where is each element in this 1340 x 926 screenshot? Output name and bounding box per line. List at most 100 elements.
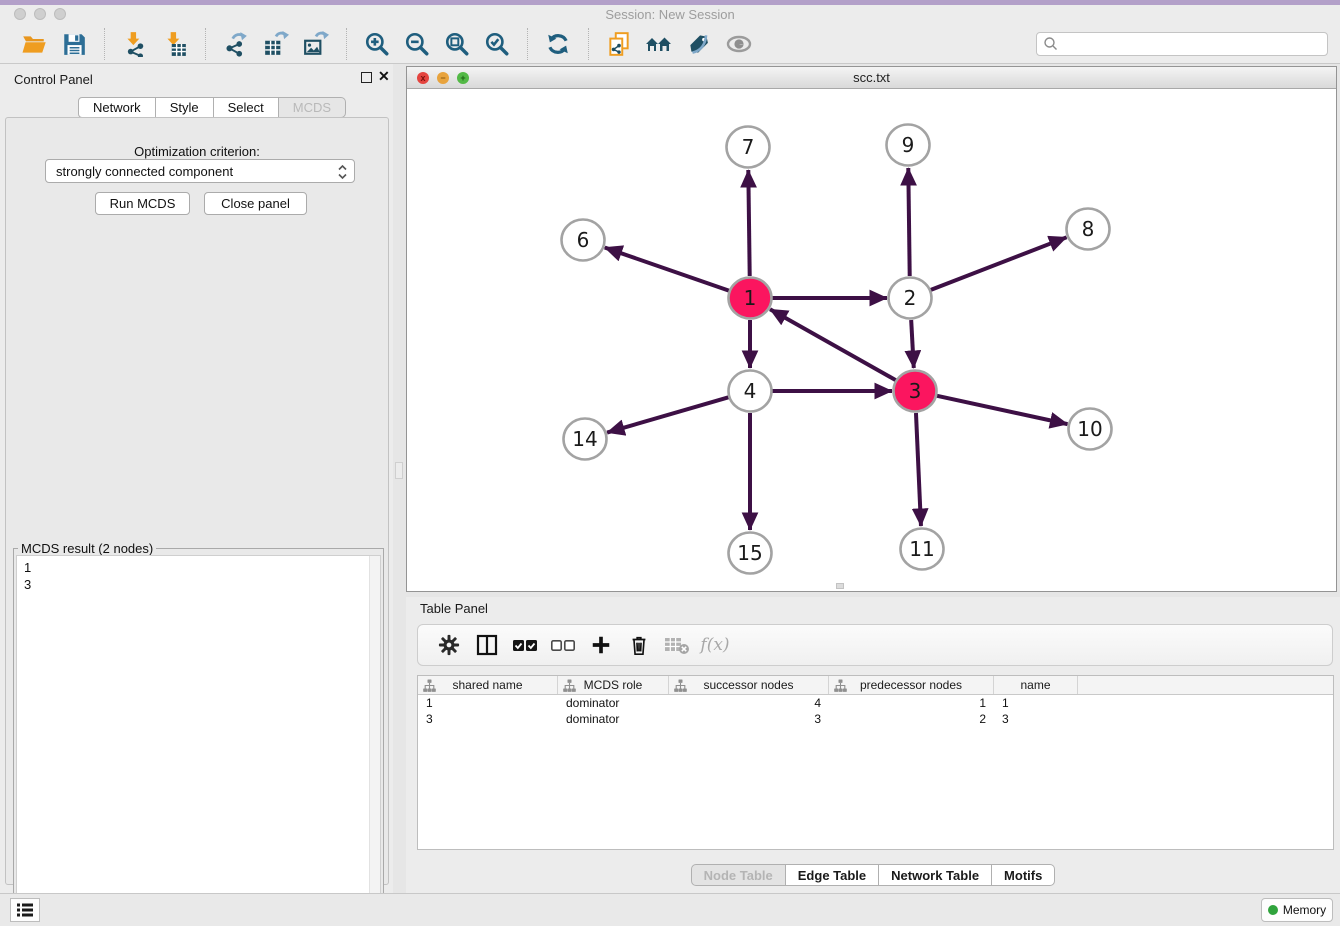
node-15[interactable]: 15 bbox=[729, 533, 772, 574]
select-all-checkboxes-icon[interactable] bbox=[510, 630, 540, 660]
toolbar-separator bbox=[527, 28, 528, 60]
node-2[interactable]: 2 bbox=[889, 278, 932, 319]
mcds-result-textarea[interactable]: 13 bbox=[16, 555, 381, 919]
edge-1-7[interactable] bbox=[748, 170, 749, 276]
column-header-successor-nodes[interactable]: successor nodes bbox=[669, 676, 829, 694]
home-layout-icon[interactable] bbox=[644, 29, 674, 59]
cell-shared-name[interactable]: 3 bbox=[418, 711, 558, 727]
cell-name[interactable]: 1 bbox=[994, 695, 1078, 711]
delete-column-icon[interactable] bbox=[624, 630, 654, 660]
main-toolbar bbox=[0, 24, 1340, 64]
tab-network[interactable]: Network bbox=[78, 97, 156, 118]
cell-name[interactable]: 3 bbox=[994, 711, 1078, 727]
column-header-predecessor-nodes[interactable]: predecessor nodes bbox=[829, 676, 994, 694]
status-bar: Memory bbox=[0, 893, 1340, 926]
close-panel-button[interactable]: Close panel bbox=[204, 192, 307, 215]
tab-style[interactable]: Style bbox=[156, 97, 214, 118]
svg-text:1: 1 bbox=[744, 286, 757, 310]
column-header-name[interactable]: name bbox=[994, 676, 1078, 694]
zoom-selected-icon[interactable] bbox=[482, 29, 512, 59]
edge-3-11[interactable] bbox=[916, 413, 921, 526]
cell-successor-nodes[interactable]: 4 bbox=[669, 695, 829, 711]
refresh-layout-icon[interactable] bbox=[543, 29, 573, 59]
edge-2-3[interactable] bbox=[911, 320, 914, 368]
table-tabs: Node TableEdge TableNetwork TableMotifs bbox=[406, 864, 1340, 886]
column-header-shared-name[interactable]: shared name bbox=[418, 676, 558, 694]
cell-shared-name[interactable]: 1 bbox=[418, 695, 558, 711]
show-graphics-eye-icon[interactable] bbox=[724, 29, 754, 59]
tab-select[interactable]: Select bbox=[214, 97, 279, 118]
table-toolbar: f(x) bbox=[417, 624, 1333, 666]
import-network-icon[interactable] bbox=[120, 29, 150, 59]
zoom-in-icon[interactable] bbox=[362, 29, 392, 59]
edge-3-10[interactable] bbox=[936, 396, 1067, 424]
search-input[interactable] bbox=[1059, 34, 1327, 54]
table-row[interactable]: 1dominator411 bbox=[418, 695, 1333, 711]
export-image-icon[interactable] bbox=[301, 29, 331, 59]
edge-2-8[interactable] bbox=[931, 237, 1067, 290]
cell-successor-nodes[interactable]: 3 bbox=[669, 711, 829, 727]
svg-text:14: 14 bbox=[572, 427, 597, 451]
show-columns-icon[interactable] bbox=[472, 630, 502, 660]
node-8[interactable]: 8 bbox=[1067, 209, 1110, 250]
panel-splitter-handle[interactable] bbox=[395, 462, 403, 479]
delete-table-icon[interactable] bbox=[662, 630, 692, 660]
node-10[interactable]: 10 bbox=[1069, 409, 1112, 450]
table-body: 1dominator4113dominator323 bbox=[418, 695, 1333, 727]
open-file-icon[interactable] bbox=[19, 29, 49, 59]
task-history-button[interactable] bbox=[10, 898, 40, 922]
function-builder-icon[interactable]: f(x) bbox=[700, 630, 730, 660]
tab-motifs[interactable]: Motifs bbox=[992, 864, 1055, 886]
cell-MCDS-role[interactable]: dominator bbox=[558, 695, 669, 711]
column-header-MCDS-role[interactable]: MCDS role bbox=[558, 676, 669, 694]
network-canvas[interactable]: 7 9 6 8 1 2 4 3 14 10 15 11 bbox=[407, 89, 1336, 591]
node-3[interactable]: 3 bbox=[894, 371, 937, 412]
network-window-titlebar[interactable]: x − + scc.txt bbox=[407, 67, 1336, 89]
node-1[interactable]: 1 bbox=[729, 278, 772, 319]
optimization-criterion-select[interactable]: strongly connected component bbox=[45, 159, 355, 183]
node-7[interactable]: 7 bbox=[727, 127, 770, 168]
export-network-icon[interactable] bbox=[221, 29, 251, 59]
control-panel-tabs: NetworkStyleSelectMCDS bbox=[78, 97, 346, 118]
result-scrollbar[interactable] bbox=[369, 556, 380, 918]
svg-text:4: 4 bbox=[744, 379, 757, 403]
add-column-icon[interactable] bbox=[586, 630, 616, 660]
cell-predecessor-nodes[interactable]: 2 bbox=[829, 711, 994, 727]
node-11[interactable]: 11 bbox=[901, 529, 944, 570]
node-14[interactable]: 14 bbox=[564, 419, 607, 460]
deselect-all-checkboxes-icon[interactable] bbox=[548, 630, 578, 660]
node-table[interactable]: shared nameMCDS rolesuccessor nodesprede… bbox=[417, 675, 1334, 850]
edge-3-1[interactable] bbox=[770, 309, 896, 380]
save-session-icon[interactable] bbox=[59, 29, 89, 59]
edge-4-14[interactable] bbox=[607, 397, 729, 432]
tab-edge-table[interactable]: Edge Table bbox=[786, 864, 879, 886]
cell-MCDS-role[interactable]: dominator bbox=[558, 711, 669, 727]
network-graph[interactable]: 7 9 6 8 1 2 4 3 14 10 15 11 bbox=[407, 89, 1336, 592]
import-table-icon[interactable] bbox=[160, 29, 190, 59]
tab-node-table[interactable]: Node Table bbox=[691, 864, 786, 886]
hide-labels-icon[interactable] bbox=[684, 29, 714, 59]
edge-2-9[interactable] bbox=[908, 168, 909, 276]
close-panel-icon[interactable]: ✕ bbox=[378, 69, 390, 83]
edge-1-6[interactable] bbox=[605, 248, 729, 291]
resize-grip[interactable] bbox=[836, 583, 844, 589]
run-mcds-button[interactable]: Run MCDS bbox=[95, 192, 190, 215]
node-6[interactable]: 6 bbox=[562, 220, 605, 261]
copy-annotations-icon[interactable] bbox=[604, 29, 634, 59]
svg-text:6: 6 bbox=[577, 228, 590, 252]
settings-gear-icon[interactable] bbox=[434, 630, 464, 660]
cell-predecessor-nodes[interactable]: 1 bbox=[829, 695, 994, 711]
svg-text:9: 9 bbox=[902, 133, 915, 157]
float-panel-icon[interactable] bbox=[361, 72, 372, 83]
table-panel-title: Table Panel bbox=[420, 601, 488, 616]
tab-mcds[interactable]: MCDS bbox=[279, 97, 346, 118]
table-row[interactable]: 3dominator323 bbox=[418, 711, 1333, 727]
memory-button[interactable]: Memory bbox=[1261, 898, 1333, 922]
search-box[interactable] bbox=[1036, 32, 1328, 56]
tab-network-table[interactable]: Network Table bbox=[879, 864, 992, 886]
node-9[interactable]: 9 bbox=[887, 125, 930, 166]
export-table-icon[interactable] bbox=[261, 29, 291, 59]
zoom-out-icon[interactable] bbox=[402, 29, 432, 59]
zoom-fit-icon[interactable] bbox=[442, 29, 472, 59]
node-4[interactable]: 4 bbox=[729, 371, 772, 412]
